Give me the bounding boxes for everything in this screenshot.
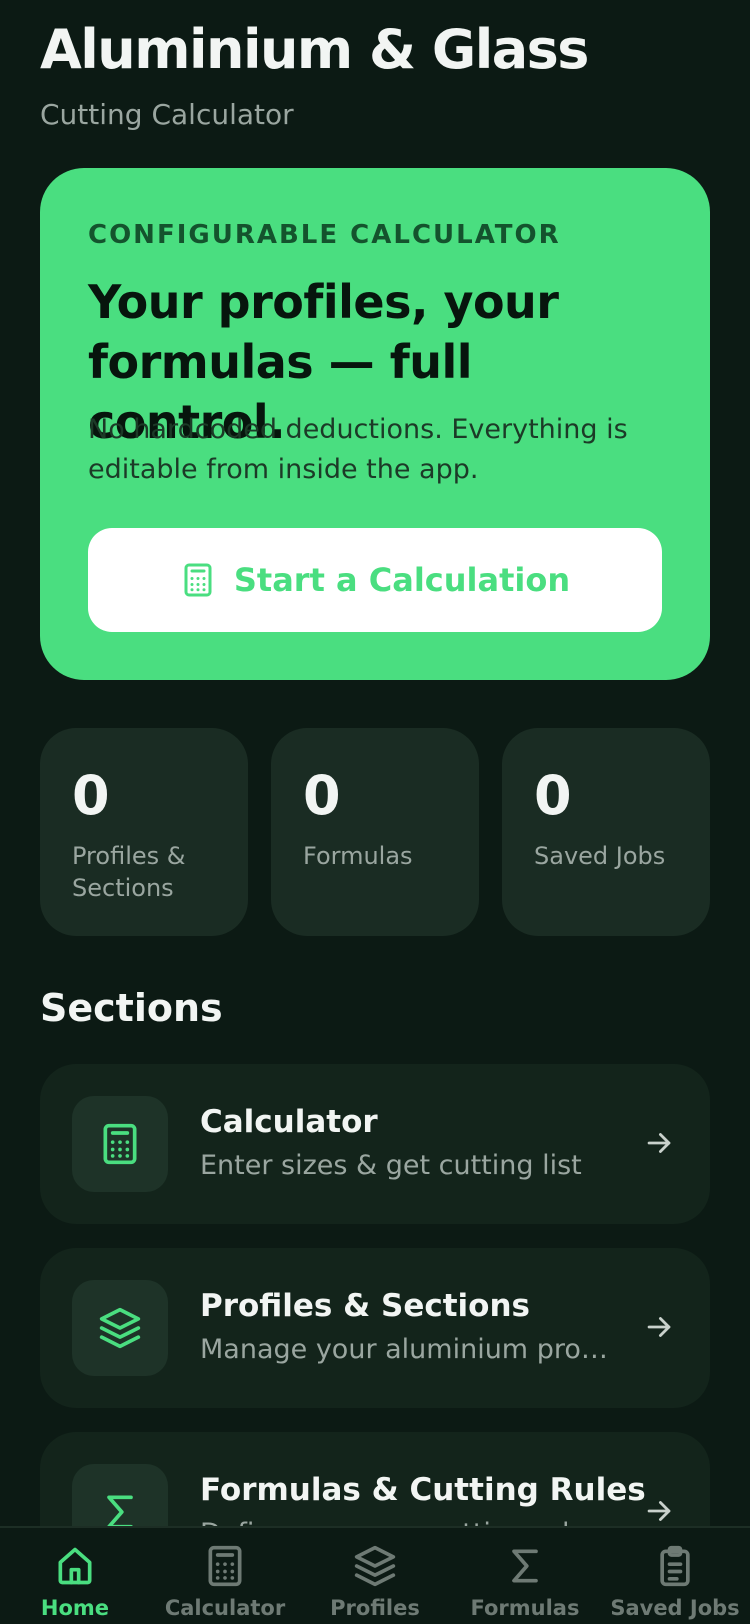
section-card-title: Calculator [200,1104,378,1140]
section-icon-box [72,1096,168,1192]
section-card-subtitle: Define your own cutting rules [200,1518,610,1526]
start-calculation-label: Start a Calculation [233,561,571,599]
stat-label: Profiles & Sections [72,842,186,902]
stat-profiles: 0 Profiles & Sections [40,728,248,936]
bottom-tab-bar: Home Calculator Profiles Formulas Saved … [0,1526,750,1624]
section-card-subtitle: Manage your aluminium profiles [200,1334,610,1365]
section-icon-box [72,1280,168,1376]
arrow-right-icon [647,1317,671,1337]
sigma-icon [512,1549,538,1583]
stat-value: 0 [303,764,341,827]
app-subtitle: Cutting Calculator [40,98,294,131]
stat-saved-jobs: 0 Saved Jobs [502,728,710,936]
stat-value: 0 [72,764,110,827]
tab-label: Formulas [470,1596,580,1620]
section-card-title: Formulas & Cutting Rules [200,1472,646,1508]
tab-formulas[interactable]: Formulas [450,1528,600,1624]
stats-row: 0 Profiles & Sections 0 Formulas 0 Saved… [40,728,710,936]
arrow-right-icon [647,1501,671,1521]
calculator-icon [103,1123,137,1165]
app-title: Aluminium & Glass [40,18,589,81]
arrow-right-icon [647,1133,671,1153]
sections-heading: Sections [40,986,223,1030]
stat-formulas: 0 Formulas [271,728,479,936]
tab-calculator[interactable]: Calculator [150,1528,300,1624]
layers-icon [99,1307,141,1349]
tab-label: Home [40,1596,110,1620]
tab-label: Profiles [330,1596,420,1620]
scroll-content[interactable]: Aluminium & Glass Cutting Calculator CON… [0,0,750,1526]
home-icon [58,1547,92,1585]
section-icon-box [72,1464,168,1526]
tab-saved-jobs[interactable]: Saved Jobs [600,1528,750,1624]
calculator-icon [184,563,212,597]
sigma-icon [107,1495,133,1526]
tab-label: Calculator [164,1596,286,1620]
tab-home[interactable]: Home [0,1528,150,1624]
hero-eyebrow: CONFIGURABLE CALCULATOR [88,220,561,250]
section-card-title: Profiles & Sections [200,1288,530,1324]
hero-description: No hardcoded deductions. Everything is e… [88,414,628,485]
clipboard-icon [660,1545,690,1587]
stat-value: 0 [534,764,572,827]
section-card-profiles[interactable]: Profiles & Sections Manage your aluminiu… [40,1248,710,1408]
section-card-subtitle: Enter sizes & get cutting list [200,1150,582,1181]
stat-label: Saved Jobs [534,842,666,870]
home-screen: Aluminium & Glass Cutting Calculator CON… [0,0,750,1624]
stat-label: Formulas [303,842,413,870]
section-card-formulas[interactable]: Formulas & Cutting Rules Define your own… [40,1432,710,1526]
hero-card: CONFIGURABLE CALCULATOR Your profiles, y… [40,168,710,680]
tab-profiles[interactable]: Profiles [300,1528,450,1624]
calculator-icon [208,1545,242,1587]
tab-label: Saved Jobs [610,1596,740,1620]
layers-icon [354,1545,396,1587]
start-calculation-button[interactable]: Start a Calculation [88,528,662,632]
section-card-calculator[interactable]: Calculator Enter sizes & get cutting lis… [40,1064,710,1224]
